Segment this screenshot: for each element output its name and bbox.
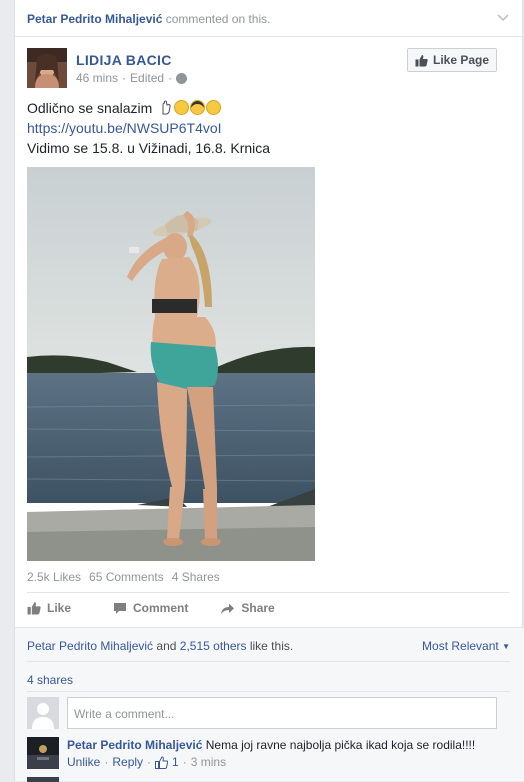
- likes-summary: Petar Pedrito Mihaljević and 2,515 other…: [27, 639, 293, 653]
- share-button-label: Share: [241, 601, 275, 615]
- composer-avatar: [27, 697, 59, 729]
- liker-link[interactable]: Petar Pedrito Mihaljević: [27, 639, 153, 653]
- like-page-label: Like Page: [432, 53, 490, 67]
- like-button[interactable]: Like: [27, 601, 71, 615]
- share-arrow-icon: [221, 603, 235, 614]
- post-actions: Like Comment Share: [27, 601, 305, 615]
- comment-input[interactable]: Write a comment...: [67, 697, 497, 729]
- story-action-text: commented on this.: [165, 12, 271, 26]
- page-avatar[interactable]: [27, 48, 67, 88]
- divider: [27, 592, 510, 593]
- dropdown-caret-icon: ▼: [502, 642, 510, 651]
- thumbs-up-icon: [415, 54, 428, 66]
- story-header-text: Petar Pedrito Mihaljević commented on th…: [27, 12, 270, 26]
- comment-avatar[interactable]: [27, 737, 59, 769]
- like-button-label: Like: [47, 601, 72, 615]
- kiss-emoji-icon: [206, 100, 222, 115]
- most-relevant-dropdown[interactable]: Most Relevant ▼: [422, 639, 510, 653]
- feed-story: Petar Pedrito Mihaljević commented on th…: [14, 0, 524, 782]
- divider: [27, 691, 510, 692]
- others-link[interactable]: 2,515 others: [180, 639, 247, 653]
- comment-bubble-icon: [114, 602, 127, 614]
- post-link[interactable]: https://youtu.be/NWSUP6T4voI: [27, 120, 222, 136]
- globe-icon: [176, 72, 188, 84]
- comment-body: Petar Pedrito Mihaljević Nema joj ravne …: [67, 737, 507, 753]
- comment-unlike-link[interactable]: Unlike: [67, 755, 100, 769]
- comments-count[interactable]: 65 Comments: [89, 570, 164, 584]
- thumbs-up-icon: [155, 755, 169, 769]
- divider: [27, 661, 510, 662]
- post-photo[interactable]: [27, 167, 315, 561]
- comment-time[interactable]: 3 mins: [191, 755, 226, 769]
- like-page-button[interactable]: Like Page: [407, 48, 497, 72]
- sunglasses-emoji-icon: [190, 100, 206, 115]
- comment-button-label: Comment: [133, 601, 189, 615]
- comment-reply-link[interactable]: Reply: [112, 755, 143, 769]
- likes-count[interactable]: 2.5k Likes: [27, 570, 81, 584]
- wink-emoji-icon: [174, 100, 190, 115]
- story-header: Petar Pedrito Mihaljević commented on th…: [15, 0, 524, 37]
- post-edited[interactable]: Edited: [130, 71, 164, 85]
- comment-button[interactable]: Comment: [113, 601, 188, 615]
- post-text: Odlično se snalazim https://youtu.be/NWS…: [27, 98, 270, 158]
- comments-section: Petar Pedrito Mihaljević and 2,515 other…: [15, 627, 524, 782]
- post-stats: 2.5k Likes 65 Comments 4 Shares: [27, 570, 220, 584]
- comment-meta: Unlike · Reply · 1 · 3 mins: [67, 755, 227, 769]
- post-time[interactable]: 46 mins: [76, 71, 118, 85]
- likes-and-text: and: [156, 639, 177, 653]
- chevron-down-icon[interactable]: [496, 11, 510, 25]
- shares-link[interactable]: 4 shares: [27, 673, 73, 687]
- post-text-line-3: Vidimo se 15.8. u Vižinadi, 16.8. Krnica: [27, 140, 271, 156]
- most-relevant-label: Most Relevant: [422, 639, 499, 653]
- comment-like-count[interactable]: 1: [172, 755, 179, 769]
- shares-count[interactable]: 4 Shares: [172, 570, 220, 584]
- likes-suffix: like this.: [249, 639, 294, 653]
- thumbs-up-icon: [27, 602, 41, 615]
- hand-emoji-icon: [162, 100, 171, 115]
- story-actor-link[interactable]: Petar Pedrito Mihaljević: [27, 12, 162, 26]
- share-button[interactable]: Share: [220, 601, 275, 615]
- comment-author[interactable]: Petar Pedrito Mihaljević: [67, 738, 202, 752]
- next-comment-avatar: [27, 777, 59, 782]
- comment-text: Nema joj ravne najbolja pička ikad koja …: [205, 738, 476, 752]
- post-text-line-1: Odlično se snalazim: [27, 100, 153, 116]
- post-meta: 46 mins · Edited ·: [76, 71, 188, 85]
- post-author[interactable]: LIDIJA BACIC: [76, 52, 172, 68]
